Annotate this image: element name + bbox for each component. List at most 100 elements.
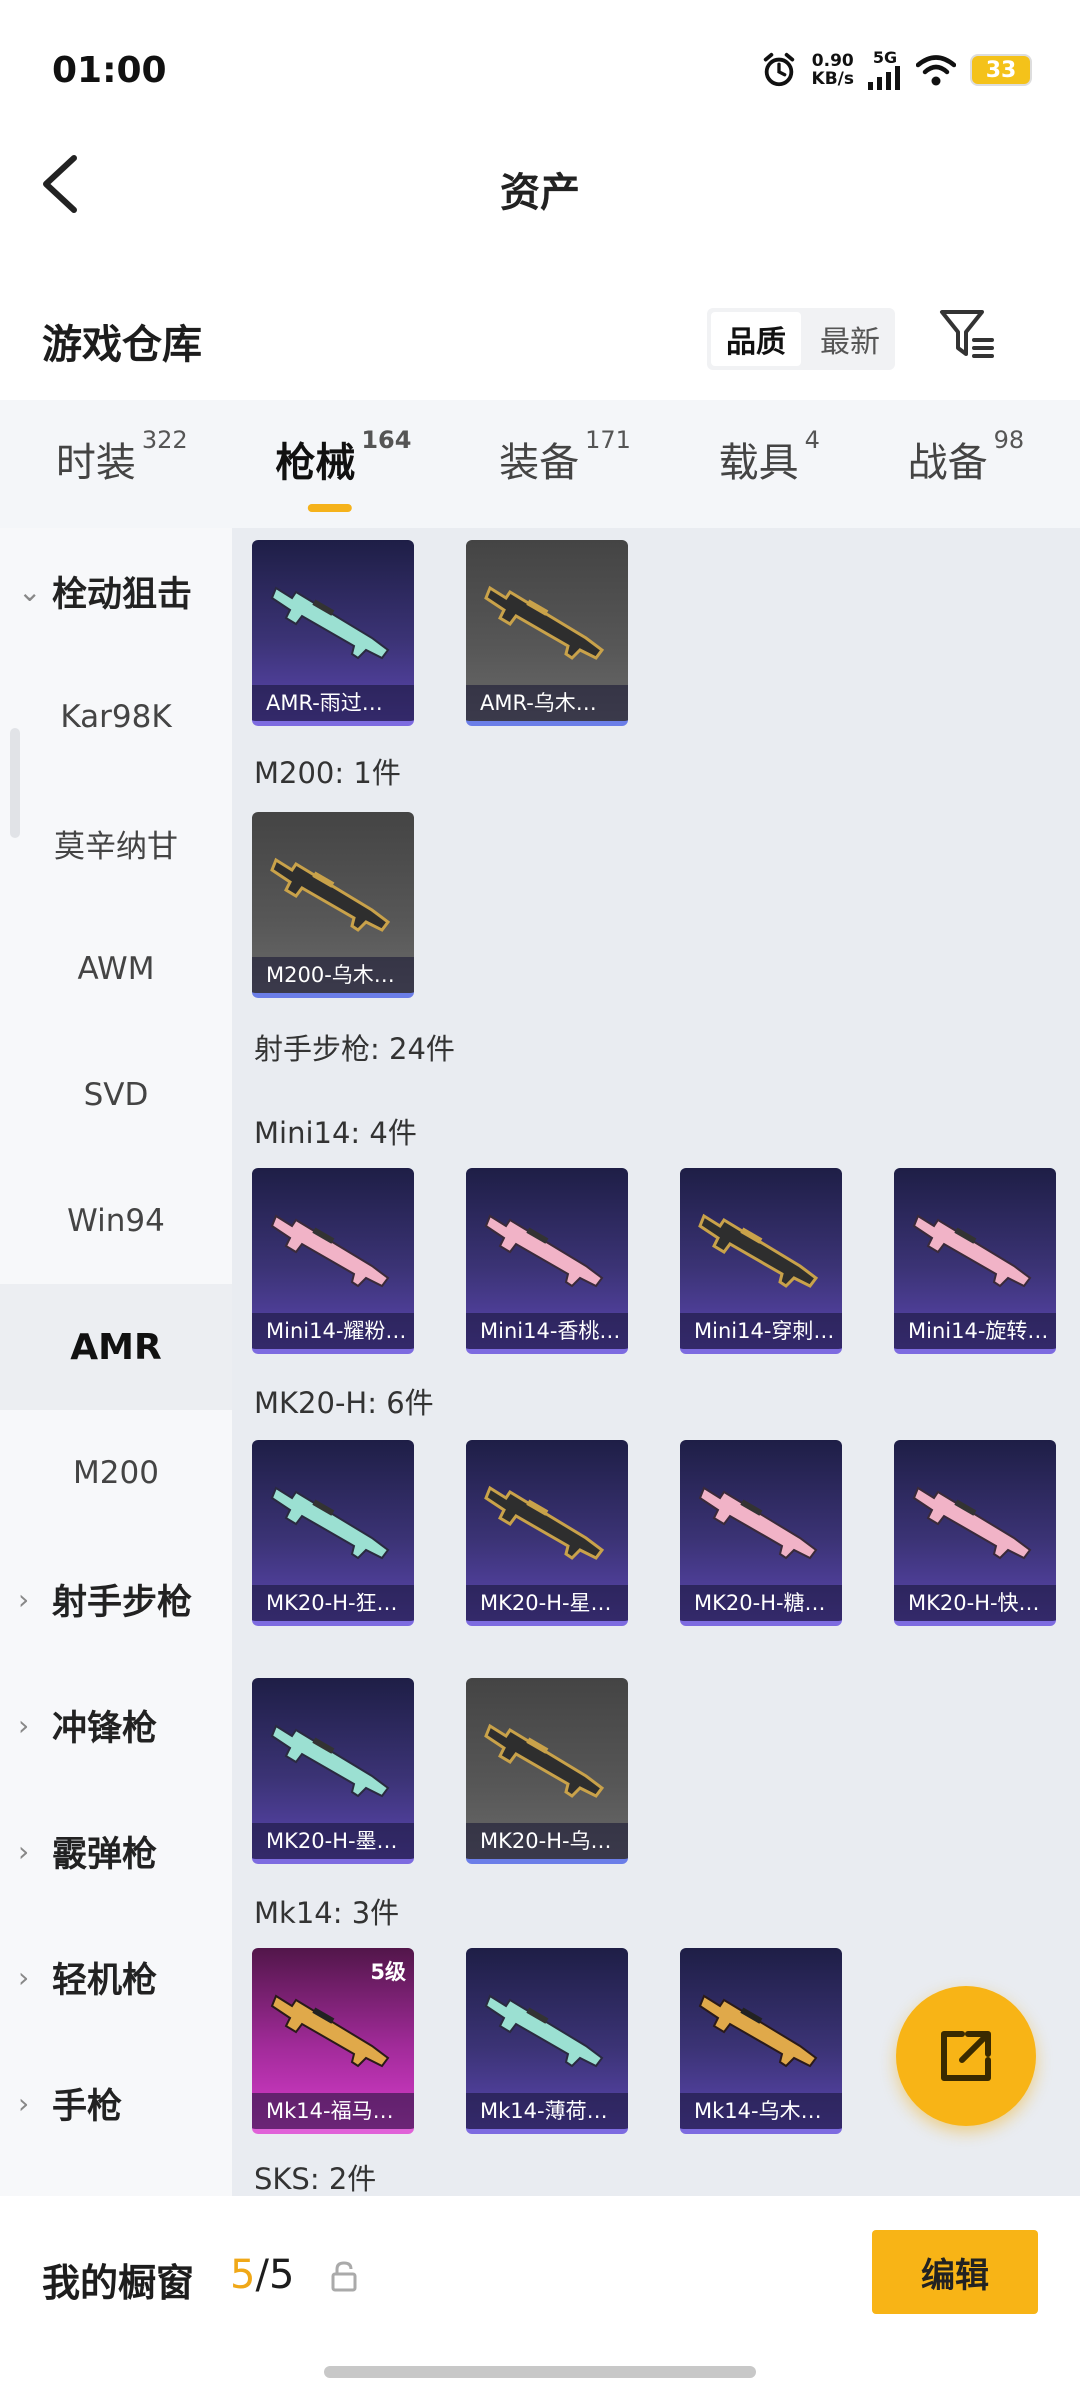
chevron-right-icon: › xyxy=(18,1960,30,1994)
weapon-card[interactable]: M200-乌木… xyxy=(252,812,414,998)
gun-icon xyxy=(485,1995,603,2067)
tab-equipment[interactable]: 装备 171 xyxy=(499,426,631,498)
warehouse-title: 游戏仓库 xyxy=(42,322,202,368)
sidebar-group-smg[interactable]: › 冲锋枪 xyxy=(0,1662,232,1788)
tab-label: 时装 xyxy=(55,440,136,486)
sidebar-item-awm[interactable]: AWM xyxy=(0,906,232,1032)
sidebar-group-shotgun[interactable]: › 霰弹枪 xyxy=(0,1788,232,1914)
showcase-bar: 我的橱窗 5/5 编辑 xyxy=(0,2196,1080,2400)
sidebar-group-lmg[interactable]: › 轻机枪 xyxy=(0,1914,232,2040)
edit-button[interactable]: 编辑 xyxy=(872,2230,1038,2314)
weapon-card[interactable]: Mini14-耀粉… xyxy=(252,1168,414,1354)
weapon-card-name: Mk14-薄荷… xyxy=(466,2093,628,2129)
page-title: 资产 xyxy=(500,170,580,216)
showcase-count-current: 5 xyxy=(230,2252,256,2298)
weapon-card[interactable]: MK20-H-糖… xyxy=(680,1440,842,1626)
weapon-card[interactable]: Mini14-香桃… xyxy=(466,1168,628,1354)
alarm-icon xyxy=(763,52,794,87)
share-fab-button[interactable] xyxy=(896,1986,1036,2126)
weapon-card[interactable]: Mk14-薄荷… xyxy=(466,1948,628,2134)
gun-icon xyxy=(698,1214,818,1288)
sort-toggle: 品质 最新 xyxy=(707,308,895,370)
weapon-card[interactable]: MK20-H-墨… xyxy=(252,1678,414,1864)
share-icon xyxy=(941,2031,991,2081)
sort-option-newest[interactable]: 最新 xyxy=(805,308,895,370)
tab-label: 载具 xyxy=(718,440,799,486)
weapon-card[interactable]: AMR-乌木… xyxy=(466,540,628,726)
weapon-card-name: MK20-H-墨… xyxy=(252,1823,414,1859)
weapon-card[interactable]: Mini14-穿刺… xyxy=(680,1168,842,1354)
gun-icon xyxy=(699,1995,817,2067)
section-title-marksman: 射手步枪: 24件 xyxy=(254,1032,455,1066)
tab-count: 171 xyxy=(585,426,631,454)
sidebar-item-win94[interactable]: Win94 xyxy=(0,1158,232,1284)
sidebar-item-label: M200 xyxy=(73,1455,159,1491)
tab-firearms[interactable]: 枪械 164 xyxy=(275,426,411,498)
sidebar-item-label: 莫辛纳甘 xyxy=(54,828,178,865)
weapon-grid[interactable]: AMR-雨过… AMR-乌木… M200: 1件 M200-乌木… 射手步枪: … xyxy=(232,528,1080,2196)
amr-row: AMR-雨过… AMR-乌木… xyxy=(252,540,628,726)
chevron-right-icon: › xyxy=(18,1834,30,1868)
mk20-row-1: MK20-H-狂… MK20-H-星… MK20-H-糖… MK20-H-快… xyxy=(252,1440,1056,1626)
weapon-card-name: Mk14-乌木… xyxy=(680,2093,842,2129)
gun-icon xyxy=(270,858,390,932)
sidebar-item-label: 手枪 xyxy=(52,2086,123,2127)
gun-icon xyxy=(913,1215,1031,1287)
tab-count: 322 xyxy=(141,426,188,454)
weapon-card-name: Mini14-香桃… xyxy=(466,1313,628,1349)
weapon-card-name: Mini14-穿刺… xyxy=(680,1313,842,1349)
tab-fashion[interactable]: 时装 322 xyxy=(55,426,188,498)
sidebar-item-label: Win94 xyxy=(67,1203,165,1239)
section-title-mk20: MK20-H: 6件 xyxy=(254,1386,434,1420)
status-icons: 0.90 KB/s 5G 33 xyxy=(760,50,1032,90)
sidebar-item-label: AWM xyxy=(77,951,155,987)
sidebar-item-svd[interactable]: SVD xyxy=(0,1032,232,1158)
sidebar-item-label: 冲锋枪 xyxy=(52,1708,158,1749)
sidebar-item-amr[interactable]: AMR xyxy=(0,1284,232,1410)
wifi-icon xyxy=(916,55,956,86)
chevron-right-icon: › xyxy=(18,1708,30,1742)
sidebar-item-label: AMR xyxy=(70,1326,162,1368)
home-indicator[interactable] xyxy=(324,2366,756,2378)
weapon-card[interactable]: MK20-H-乌… xyxy=(466,1678,628,1864)
weapon-category-sidebar[interactable]: ⌄ 栓动狙击 Kar98K 莫辛纳甘 AWM SVD Win94 AMR M200… xyxy=(0,528,232,2196)
tab-label: 战备 xyxy=(907,440,988,486)
section-title-m200: M200: 1件 xyxy=(254,756,401,790)
sidebar-item-label: SVD xyxy=(83,1077,149,1113)
weapon-card-name: MK20-H-乌… xyxy=(466,1823,628,1859)
gun-icon xyxy=(271,1995,389,2067)
weapon-card[interactable]: MK20-H-快… xyxy=(894,1440,1056,1626)
filter-icon[interactable] xyxy=(938,306,996,366)
mini14-row: Mini14-耀粉… Mini14-香桃… Mini14-穿刺… Mini14-… xyxy=(252,1168,1056,1354)
sidebar-group-bolt-action[interactable]: ⌄ 栓动狙击 xyxy=(0,528,232,654)
sidebar-item-label: 轻机枪 xyxy=(52,1960,158,2001)
sidebar-item-m200[interactable]: M200 xyxy=(0,1410,232,1536)
sidebar-group-marksman[interactable]: › 射手步枪 xyxy=(0,1536,232,1662)
weapon-card-name: Mini14-旋转… xyxy=(894,1313,1056,1349)
tab-supplies[interactable]: 战备 98 xyxy=(907,426,1025,498)
m200-row: M200-乌木… xyxy=(252,812,414,998)
weapon-card[interactable]: MK20-H-星… xyxy=(466,1440,628,1626)
weapon-card[interactable]: Mk14-乌木… xyxy=(680,1948,842,2134)
showcase-count-max: 5 xyxy=(268,2252,295,2298)
chevron-right-icon: › xyxy=(18,2086,30,2120)
weapon-card-name: Mini14-耀粉… xyxy=(252,1313,414,1349)
status-time: 01:00 xyxy=(52,50,167,91)
status-bar: 01:00 0.90 KB/s 5G 33 xyxy=(0,0,1080,140)
sidebar-item-label: 栓动狙击 xyxy=(52,574,193,615)
gun-icon xyxy=(271,1487,389,1559)
sort-option-quality[interactable]: 品质 xyxy=(711,312,801,366)
sidebar-item-mosin[interactable]: 莫辛纳甘 xyxy=(0,780,232,906)
weapon-card[interactable]: MK20-H-狂… xyxy=(252,1440,414,1626)
sidebar-group-pistol[interactable]: › 手枪 xyxy=(0,2040,232,2166)
weapon-card-name: AMR-乌木… xyxy=(466,685,628,721)
weapon-card[interactable]: AMR-雨过… xyxy=(252,540,414,726)
tab-label: 装备 xyxy=(499,440,580,486)
weapon-card[interactable]: 5级 Mk14-福马… xyxy=(252,1948,414,2134)
net-speed-unit: KB/s xyxy=(811,69,854,89)
sidebar-item-kar98k[interactable]: Kar98K xyxy=(0,654,232,780)
weapon-card[interactable]: Mini14-旋转… xyxy=(894,1168,1056,1354)
tab-vehicles[interactable]: 载具 4 xyxy=(718,426,820,498)
tab-count: 98 xyxy=(993,426,1025,454)
net-speed-value: 0.90 xyxy=(811,51,854,71)
